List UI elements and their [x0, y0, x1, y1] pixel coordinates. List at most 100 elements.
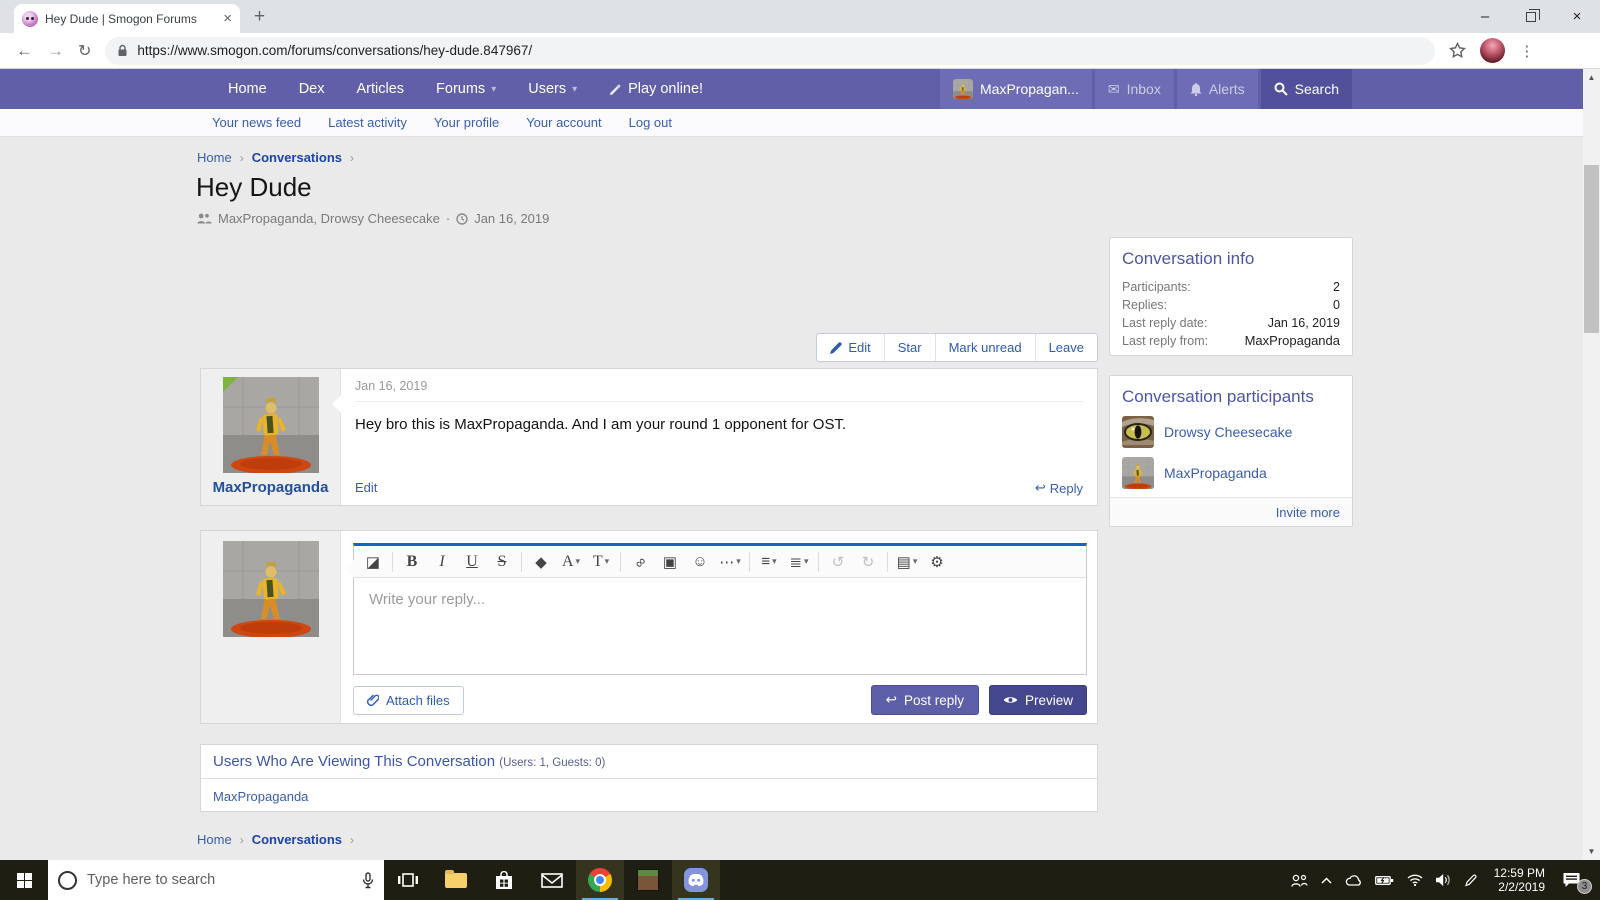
scroll-up-icon[interactable]: ▲	[1583, 69, 1600, 86]
subnav-your-profile[interactable]: Your profile	[434, 115, 499, 130]
nav-dex[interactable]: Dex	[283, 69, 341, 109]
preview-button[interactable]: Preview	[989, 685, 1087, 715]
microphone-icon[interactable]	[362, 872, 374, 889]
onedrive-cloud-icon[interactable]	[1345, 875, 1362, 886]
italic-button[interactable]: I	[427, 548, 457, 576]
invite-more-link[interactable]: Invite more	[1276, 505, 1340, 520]
message-author-link[interactable]: MaxPropaganda	[201, 479, 340, 496]
star-button[interactable]: Star	[884, 334, 935, 361]
window-restore-button[interactable]	[1508, 0, 1554, 33]
nav-articles[interactable]: Articles	[340, 69, 420, 109]
strikethrough-button[interactable]: S	[487, 548, 517, 576]
mark-unread-button[interactable]: Mark unread	[935, 334, 1035, 361]
list-button[interactable]: ≣▾	[784, 548, 814, 576]
people-icon[interactable]	[1291, 874, 1308, 887]
message-reply-link[interactable]: ↩ Reply	[1035, 480, 1083, 496]
attach-files-button[interactable]: Attach files	[353, 686, 464, 715]
browser-profile-avatar[interactable]	[1480, 38, 1505, 63]
action-center-button[interactable]: 3	[1562, 872, 1588, 889]
tab-close-icon[interactable]: ×	[223, 11, 232, 26]
task-view-button[interactable]	[384, 860, 432, 900]
scroll-down-icon[interactable]: ▼	[1583, 843, 1600, 860]
address-bar[interactable]: https://www.smogon.com/forums/conversati…	[105, 37, 1435, 65]
url-text: https://www.smogon.com/forums/conversati…	[137, 43, 532, 58]
browser-tab[interactable]: Hey Dude | Smogon Forums ×	[14, 4, 240, 33]
nav-forums[interactable]: Forums ▾	[420, 69, 512, 109]
start-button[interactable]	[0, 860, 48, 900]
undo-button[interactable]: ↺	[823, 548, 853, 576]
reply-arrow-icon: ↩	[1035, 480, 1046, 496]
window-minimize-button[interactable]: –	[1462, 0, 1508, 33]
chevron-up-icon[interactable]	[1321, 877, 1332, 884]
smilies-button[interactable]: ☺	[685, 548, 715, 576]
more-options-button[interactable]: ⋯▾	[715, 548, 745, 576]
message: MaxPropaganda Jan 16, 2019 Hey bro this …	[200, 368, 1098, 506]
wifi-icon[interactable]	[1407, 874, 1423, 886]
breadcrumb-home[interactable]: Home	[197, 832, 232, 847]
subnav-your-account[interactable]: Your account	[526, 115, 601, 130]
nav-play-online[interactable]: Play online!	[593, 69, 719, 109]
battery-icon[interactable]	[1375, 875, 1394, 886]
editor-settings-button[interactable]: ⚙	[922, 548, 952, 576]
remove-format-button[interactable]: ◪	[358, 548, 388, 576]
browser-menu-icon[interactable]: ⋮	[1519, 42, 1534, 60]
message-date[interactable]: Jan 16, 2019	[355, 379, 1083, 402]
subnav-latest-activity[interactable]: Latest activity	[328, 115, 407, 130]
redo-button[interactable]: ↻	[853, 548, 883, 576]
post-reply-button[interactable]: ↩ Post reply	[871, 685, 979, 715]
chevron-down-icon: ▾	[913, 556, 918, 567]
participant-link[interactable]: Drowsy Cheesecake	[1164, 424, 1292, 440]
forward-button[interactable]: →	[47, 41, 64, 61]
bold-button[interactable]: B	[397, 548, 427, 576]
nav-home[interactable]: Home	[212, 69, 283, 109]
breadcrumb-conversations[interactable]: Conversations	[252, 832, 342, 847]
byline-participants[interactable]: MaxPropaganda, Drowsy Cheesecake	[218, 211, 440, 226]
minecraft-taskbar-button[interactable]	[624, 860, 672, 900]
reply-box: ◪ B I U S ◆ A▾ T▾ ∞ ▣ ☺ ⋯▾ ≡▾	[200, 530, 1098, 724]
nav-inbox-button[interactable]: ✉ Inbox	[1095, 69, 1174, 109]
back-button[interactable]: ←	[16, 41, 33, 61]
file-explorer-button[interactable]	[432, 860, 480, 900]
subnav-log-out[interactable]: Log out	[629, 115, 672, 130]
message-edit-link[interactable]: Edit	[355, 480, 377, 496]
mail-button[interactable]	[528, 860, 576, 900]
reload-button[interactable]: ↻	[78, 41, 91, 61]
page-scrollbar[interactable]: ▲ ▼	[1583, 69, 1600, 860]
alignment-button[interactable]: ≡▾	[754, 548, 784, 576]
subnav-news-feed[interactable]: Your news feed	[212, 115, 301, 130]
discord-taskbar-button[interactable]	[672, 860, 720, 900]
viewer-user-link[interactable]: MaxPropaganda	[213, 789, 308, 804]
leave-button[interactable]: Leave	[1035, 334, 1097, 361]
window-close-button[interactable]: ×	[1554, 0, 1600, 33]
nav-alerts-button[interactable]: Alerts	[1177, 69, 1258, 109]
participant-link[interactable]: MaxPropaganda	[1164, 465, 1267, 481]
volume-icon[interactable]	[1436, 874, 1451, 886]
avatar[interactable]	[1122, 457, 1154, 489]
scrollbar-thumb[interactable]	[1584, 165, 1599, 333]
drafts-button[interactable]: ▤▾	[892, 548, 922, 576]
underline-button[interactable]: U	[457, 548, 487, 576]
taskbar-clock[interactable]: 12:59 PM 2/2/2019	[1490, 866, 1549, 894]
last-reply-from-link[interactable]: MaxPropaganda	[1245, 332, 1340, 350]
font-family-button[interactable]: A▾	[556, 548, 586, 576]
taskbar-search-input[interactable]	[87, 872, 352, 888]
nav-account-button[interactable]: MaxPropagan...	[940, 69, 1092, 109]
avatar[interactable]	[1122, 416, 1154, 448]
font-size-button[interactable]: T▾	[586, 548, 616, 576]
microsoft-store-button[interactable]	[480, 860, 528, 900]
new-tab-button[interactable]: +	[254, 6, 265, 28]
bookmark-star-icon[interactable]	[1449, 42, 1466, 59]
avatar[interactable]	[223, 541, 319, 637]
byline-date[interactable]: Jan 16, 2019	[474, 211, 549, 226]
chrome-taskbar-button[interactable]	[576, 860, 624, 900]
nav-users[interactable]: Users ▾	[512, 69, 593, 109]
edit-button[interactable]: Edit	[817, 334, 883, 361]
nav-search-button[interactable]: Search	[1261, 69, 1352, 109]
breadcrumb-home[interactable]: Home	[197, 150, 232, 165]
taskbar-search[interactable]	[48, 860, 384, 900]
breadcrumb-conversations[interactable]: Conversations	[252, 150, 342, 165]
pen-icon[interactable]	[1464, 874, 1477, 887]
text-color-button[interactable]: ◆	[526, 548, 556, 576]
page-content: Home › Conversations › Hey Dude MaxPropa…	[0, 137, 1583, 860]
reply-editor-input[interactable]: Write your reply...	[354, 578, 1086, 621]
